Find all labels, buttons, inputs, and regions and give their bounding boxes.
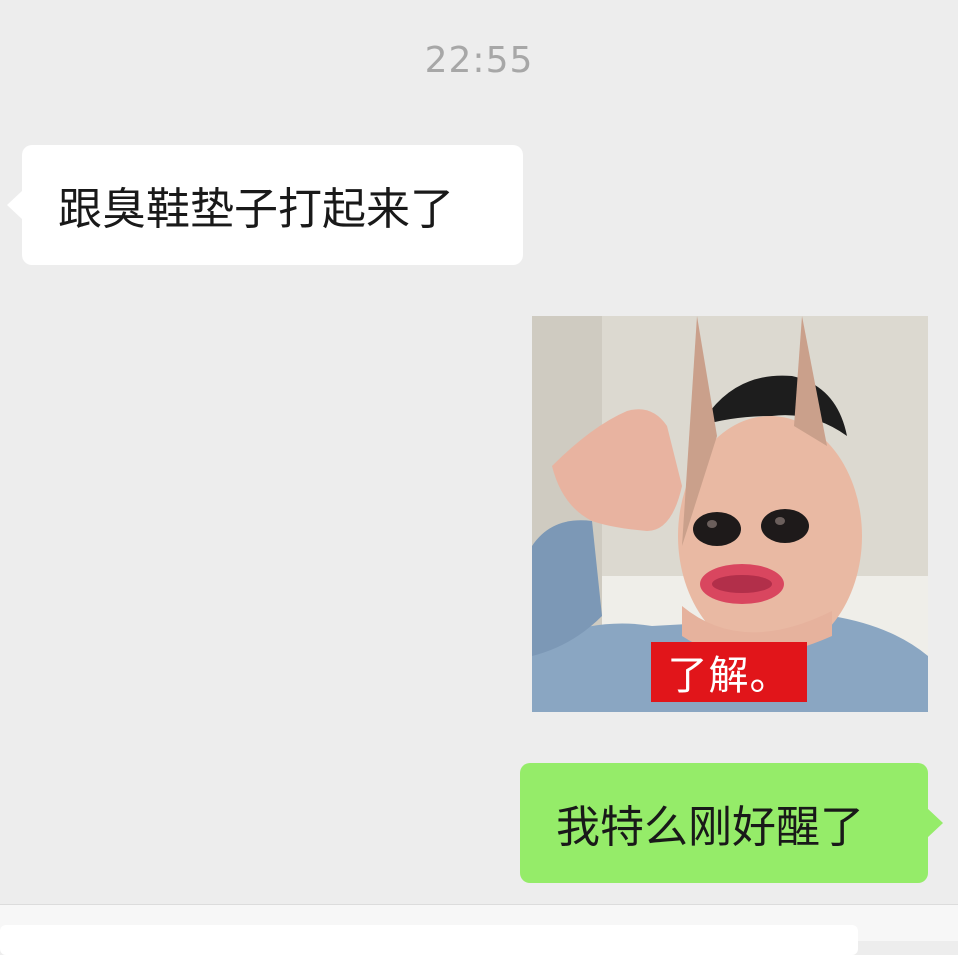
incoming-message-bubble[interactable]: 跟臭鞋垫子打起来了	[7, 145, 523, 265]
message-text: 我特么刚好醒了	[556, 802, 864, 853]
outgoing-message-bubble[interactable]: 我特么刚好醒了	[520, 763, 943, 883]
message-text: 跟臭鞋垫子打起来了	[58, 184, 454, 235]
message-input[interactable]	[0, 925, 858, 955]
chat-input-bar	[0, 904, 958, 955]
sticker-message[interactable]: 了解。	[532, 316, 928, 712]
message-timestamp: 22:55	[424, 40, 534, 81]
sticker-caption: 了解。	[651, 642, 807, 702]
